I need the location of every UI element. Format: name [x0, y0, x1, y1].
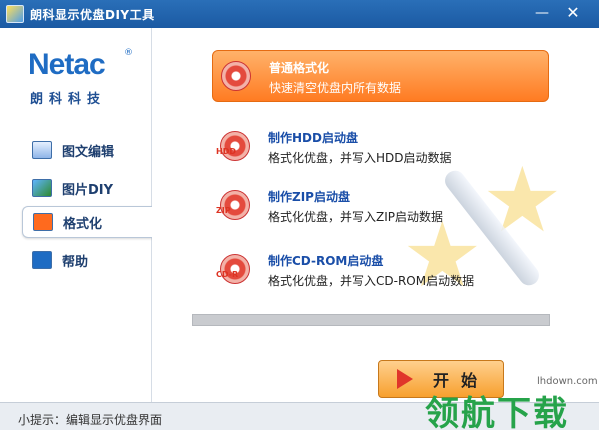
- logo-brand: Netac: [28, 48, 106, 81]
- option-title: 制作HDD启动盘: [268, 131, 358, 145]
- watermark-text: 领航下载: [425, 394, 569, 430]
- progress-bar: [192, 314, 550, 326]
- text-edit-icon: [32, 141, 52, 159]
- nav-item-label: 图片DIY: [62, 182, 114, 198]
- option-title: 制作ZIP启动盘: [268, 190, 350, 204]
- disc-tag: HDD: [216, 147, 236, 156]
- option-cdrom-boot[interactable]: CD-R 制作CD-ROM启动盘 格式化优盘，并写入CD-ROM启动数据: [212, 244, 549, 296]
- option-description: 格式化优盘，并写入ZIP启动数据: [268, 210, 443, 224]
- nav-item-format[interactable]: 格式化: [22, 206, 152, 238]
- main-panel: ★ ★ 普通格式化 快速清空优盘内所有数据 HDD 制作HDD启动盘 格式化优盘…: [152, 28, 599, 402]
- minimize-button[interactable]: —: [532, 4, 552, 24]
- sidebar: Netac ® 朗科科技 图文编辑 图片DIY 格式化 帮助: [0, 28, 152, 402]
- play-icon: [397, 369, 413, 389]
- logo-subtitle: 朗科科技: [30, 92, 107, 107]
- format-icon: [33, 213, 53, 231]
- nav-item-picture-diy[interactable]: 图片DIY: [22, 172, 152, 204]
- option-zip-boot[interactable]: ZIP 制作ZIP启动盘 格式化优盘，并写入ZIP启动数据: [212, 180, 549, 232]
- disc-tag: CD-R: [216, 270, 239, 279]
- zip-disc-icon: [220, 190, 250, 220]
- netac-logo: Netac ® 朗科科技: [28, 48, 138, 118]
- nav-item-label: 图文编辑: [62, 144, 115, 160]
- window-title: 朗科显示优盘DIY工具: [30, 8, 155, 22]
- nav-item-label: 格式化: [63, 216, 103, 232]
- picture-icon: [32, 179, 52, 197]
- logo-registered: ®: [124, 48, 133, 58]
- cdrom-disc-icon: [220, 254, 250, 284]
- disc-tag: ZIP: [216, 206, 231, 215]
- help-icon: [32, 251, 52, 269]
- option-normal-format[interactable]: 普通格式化 快速清空优盘内所有数据: [212, 50, 549, 102]
- nav-item-help[interactable]: 帮助: [22, 244, 152, 276]
- option-description: 格式化优盘，并写入CD-ROM启动数据: [268, 274, 475, 288]
- lifebuoy-icon: [221, 61, 251, 91]
- option-title: 制作CD-ROM启动盘: [268, 254, 384, 268]
- hdd-disc-icon: [220, 131, 250, 161]
- close-button[interactable]: ✕: [563, 4, 583, 24]
- app-icon: [6, 5, 24, 23]
- option-description: 快速清空优盘内所有数据: [269, 81, 402, 95]
- option-description: 格式化优盘，并写入HDD启动数据: [268, 151, 452, 165]
- option-title: 普通格式化: [269, 61, 330, 75]
- nav-item-label: 帮助: [62, 254, 89, 270]
- title-bar: 朗科显示优盘DIY工具 — ✕: [0, 0, 599, 28]
- nav-item-text-edit[interactable]: 图文编辑: [22, 134, 152, 166]
- status-tip: 小提示：编辑显示优盘界面: [18, 413, 163, 427]
- option-hdd-boot[interactable]: HDD 制作HDD启动盘 格式化优盘，并写入HDD启动数据: [212, 121, 549, 173]
